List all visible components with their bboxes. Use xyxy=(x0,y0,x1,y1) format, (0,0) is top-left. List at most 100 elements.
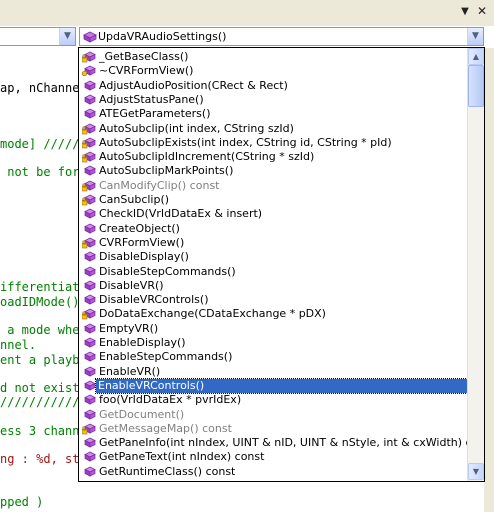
member-dropdown-list[interactable]: _GetBaseClass() ~CVRFormView() AdjustAudio… xyxy=(78,47,485,482)
method-icon xyxy=(84,409,96,420)
list-item[interactable]: ~CVRFormView() xyxy=(80,64,467,78)
code-line: mode] ////// xyxy=(0,137,80,151)
list-item-label: CheckID(VrIdDataEx & insert) xyxy=(99,207,263,221)
list-item-label: EmptyVR() xyxy=(99,321,159,335)
list-item-label: AdjustStatusPane() xyxy=(99,92,204,106)
list-item-label: EnableDisplay() xyxy=(99,336,186,349)
list-item[interactable]: CreateObject() xyxy=(80,222,467,236)
list-item[interactable]: GetRuntimeClass() const xyxy=(80,465,467,479)
editor-right-margin xyxy=(484,48,494,512)
list-item[interactable]: foo(VrIdDataEx * pvrIdEx) xyxy=(80,393,467,407)
code-line: a mode wher xyxy=(0,323,80,337)
method-icon xyxy=(84,280,96,291)
scroll-down-button[interactable]: ▼ xyxy=(468,463,484,480)
code-line: pped ) xyxy=(0,495,44,509)
list-item[interactable]: DoDataExchange(CDataExchange * pDX) xyxy=(80,307,467,321)
code-line: nnel. xyxy=(0,338,37,352)
code-line: /////////// xyxy=(0,395,80,409)
method-icon xyxy=(84,380,96,391)
code-line: oadIDMode() xyxy=(0,295,80,309)
list-item[interactable]: EnableStepCommands() xyxy=(80,350,467,364)
method-icon xyxy=(84,437,96,448)
list-item[interactable]: CVRFormView() xyxy=(80,236,467,250)
method-icon xyxy=(84,108,96,119)
list-item-label: DoDataExchange(CDataExchange * pDX) xyxy=(99,307,326,321)
scrollbar-thumb[interactable] xyxy=(468,65,484,107)
method-icon xyxy=(84,266,96,277)
list-item-label: ~CVRFormView() xyxy=(99,64,194,78)
close-icon[interactable]: ✕ xyxy=(475,4,489,18)
list-item[interactable]: GetPaneInfo(int nIndex, UINT & nID, UINT… xyxy=(80,436,467,450)
list-item[interactable]: AdjustStatusPane() xyxy=(80,93,467,107)
list-item-label: DisableStepCommands() xyxy=(99,264,236,278)
list-item[interactable]: EmptyVR() xyxy=(80,322,467,336)
vertical-scrollbar[interactable]: ▲ ▼ xyxy=(467,48,484,481)
method-icon xyxy=(84,251,96,262)
method-icon xyxy=(84,394,96,405)
list-item-label: AutoSubclipIdIncrement(CString * szId) xyxy=(99,150,315,164)
list-item[interactable]: GetMessageMap() const xyxy=(80,422,467,436)
list-item[interactable]: AutoSubclip(int index, CString szId) xyxy=(80,122,467,136)
protected-method-icon xyxy=(82,308,96,320)
method-icon xyxy=(84,294,96,305)
list-item[interactable]: AutoSubclipIdIncrement(CString * szId) xyxy=(80,150,467,164)
member-list[interactable]: _GetBaseClass() ~CVRFormView() AdjustAudio… xyxy=(79,48,467,481)
method-icon xyxy=(84,223,96,234)
list-item[interactable]: GetDocument() xyxy=(80,408,467,422)
list-item-label: EnableStepCommands() xyxy=(99,350,233,364)
method-icon xyxy=(84,94,96,105)
list-item[interactable]: EnableVR() xyxy=(80,365,467,379)
method-icon xyxy=(84,451,96,462)
list-item-label: GetDocument() xyxy=(99,407,185,421)
protected-method-icon xyxy=(82,237,96,249)
list-item-label: GetRuntimeClass() const xyxy=(99,464,236,478)
method-icon xyxy=(83,31,97,43)
window-menu-arrow-icon[interactable]: ▼ xyxy=(459,6,471,18)
class-combobox[interactable]: ▼ xyxy=(0,27,76,46)
chevron-down-icon: ▼ xyxy=(64,31,71,41)
class-combobox-dropdown-button[interactable]: ▼ xyxy=(59,28,75,45)
member-combobox[interactable]: UpdaVRAudioSettings() ▼ xyxy=(79,27,484,46)
list-item-label: DisableVRControls() xyxy=(99,293,209,307)
list-item[interactable]: CanModifyClip() const xyxy=(80,179,467,193)
list-item[interactable]: AutoSubclipExists(int index, CString id,… xyxy=(80,136,467,150)
method-icon xyxy=(84,466,96,477)
protected-method-icon xyxy=(82,180,96,191)
list-item[interactable]: DisableDisplay() xyxy=(80,250,467,264)
list-item-label: CanSubclip() xyxy=(99,193,170,206)
list-item[interactable]: ATEGetParameters() xyxy=(80,107,467,121)
arrow-down-icon: ▼ xyxy=(472,467,480,476)
protected-method-icon xyxy=(82,123,96,134)
code-line: not be for xyxy=(0,165,80,179)
list-item-label: ATEGetParameters() xyxy=(99,107,211,121)
list-item[interactable]: CanSubclip() xyxy=(80,193,467,207)
code-line: ent a playb xyxy=(0,353,80,367)
list-item[interactable]: DisableStepCommands() xyxy=(80,265,467,279)
protected-method-icon xyxy=(82,423,96,435)
list-item[interactable]: CheckID(VrIdDataEx & insert) xyxy=(80,207,467,221)
toolbar-strip: ▼ ✕ xyxy=(0,0,494,26)
list-item-label: foo(VrIdDataEx * pvrIdEx) xyxy=(99,393,242,407)
list-item[interactable]: GetPaneText(int nIndex) const xyxy=(80,450,467,464)
list-item-label: AutoSubclipExists(int index, CString id,… xyxy=(99,135,392,149)
list-item-label: AutoSubclipMarkPoints() xyxy=(99,164,234,178)
list-item-label: CreateObject() xyxy=(99,221,180,235)
list-item-label: AdjustAudioPosition(CRect & Rect) xyxy=(99,78,288,92)
list-item[interactable]: AutoSubclipMarkPoints() xyxy=(80,164,467,178)
method-icon xyxy=(84,351,96,362)
member-combobox-dropdown-button[interactable]: ▼ xyxy=(467,28,483,45)
code-line: ng : %d, st xyxy=(0,452,80,466)
list-item[interactable]: DisableVR() xyxy=(80,279,467,293)
list-item-label: GetPaneText(int nIndex) const xyxy=(99,450,265,464)
list-item[interactable]: EnableVRControls() xyxy=(80,377,467,394)
list-item[interactable]: DisableVRControls() xyxy=(80,293,467,307)
list-item[interactable]: AdjustAudioPosition(CRect & Rect) xyxy=(80,79,467,93)
scroll-up-button[interactable]: ▲ xyxy=(468,48,484,65)
list-item-label: AutoSubclip(int index, CString szId) xyxy=(99,121,294,135)
method-icon xyxy=(84,366,96,377)
list-item[interactable]: EnableDisplay() xyxy=(80,336,467,350)
list-item[interactable]: _GetBaseClass() xyxy=(80,50,467,64)
code-editor[interactable]: ap, nChanne mode] ////// not be for iffere… xyxy=(0,48,80,512)
method-icon xyxy=(84,80,96,91)
protected-method-icon xyxy=(82,51,96,63)
